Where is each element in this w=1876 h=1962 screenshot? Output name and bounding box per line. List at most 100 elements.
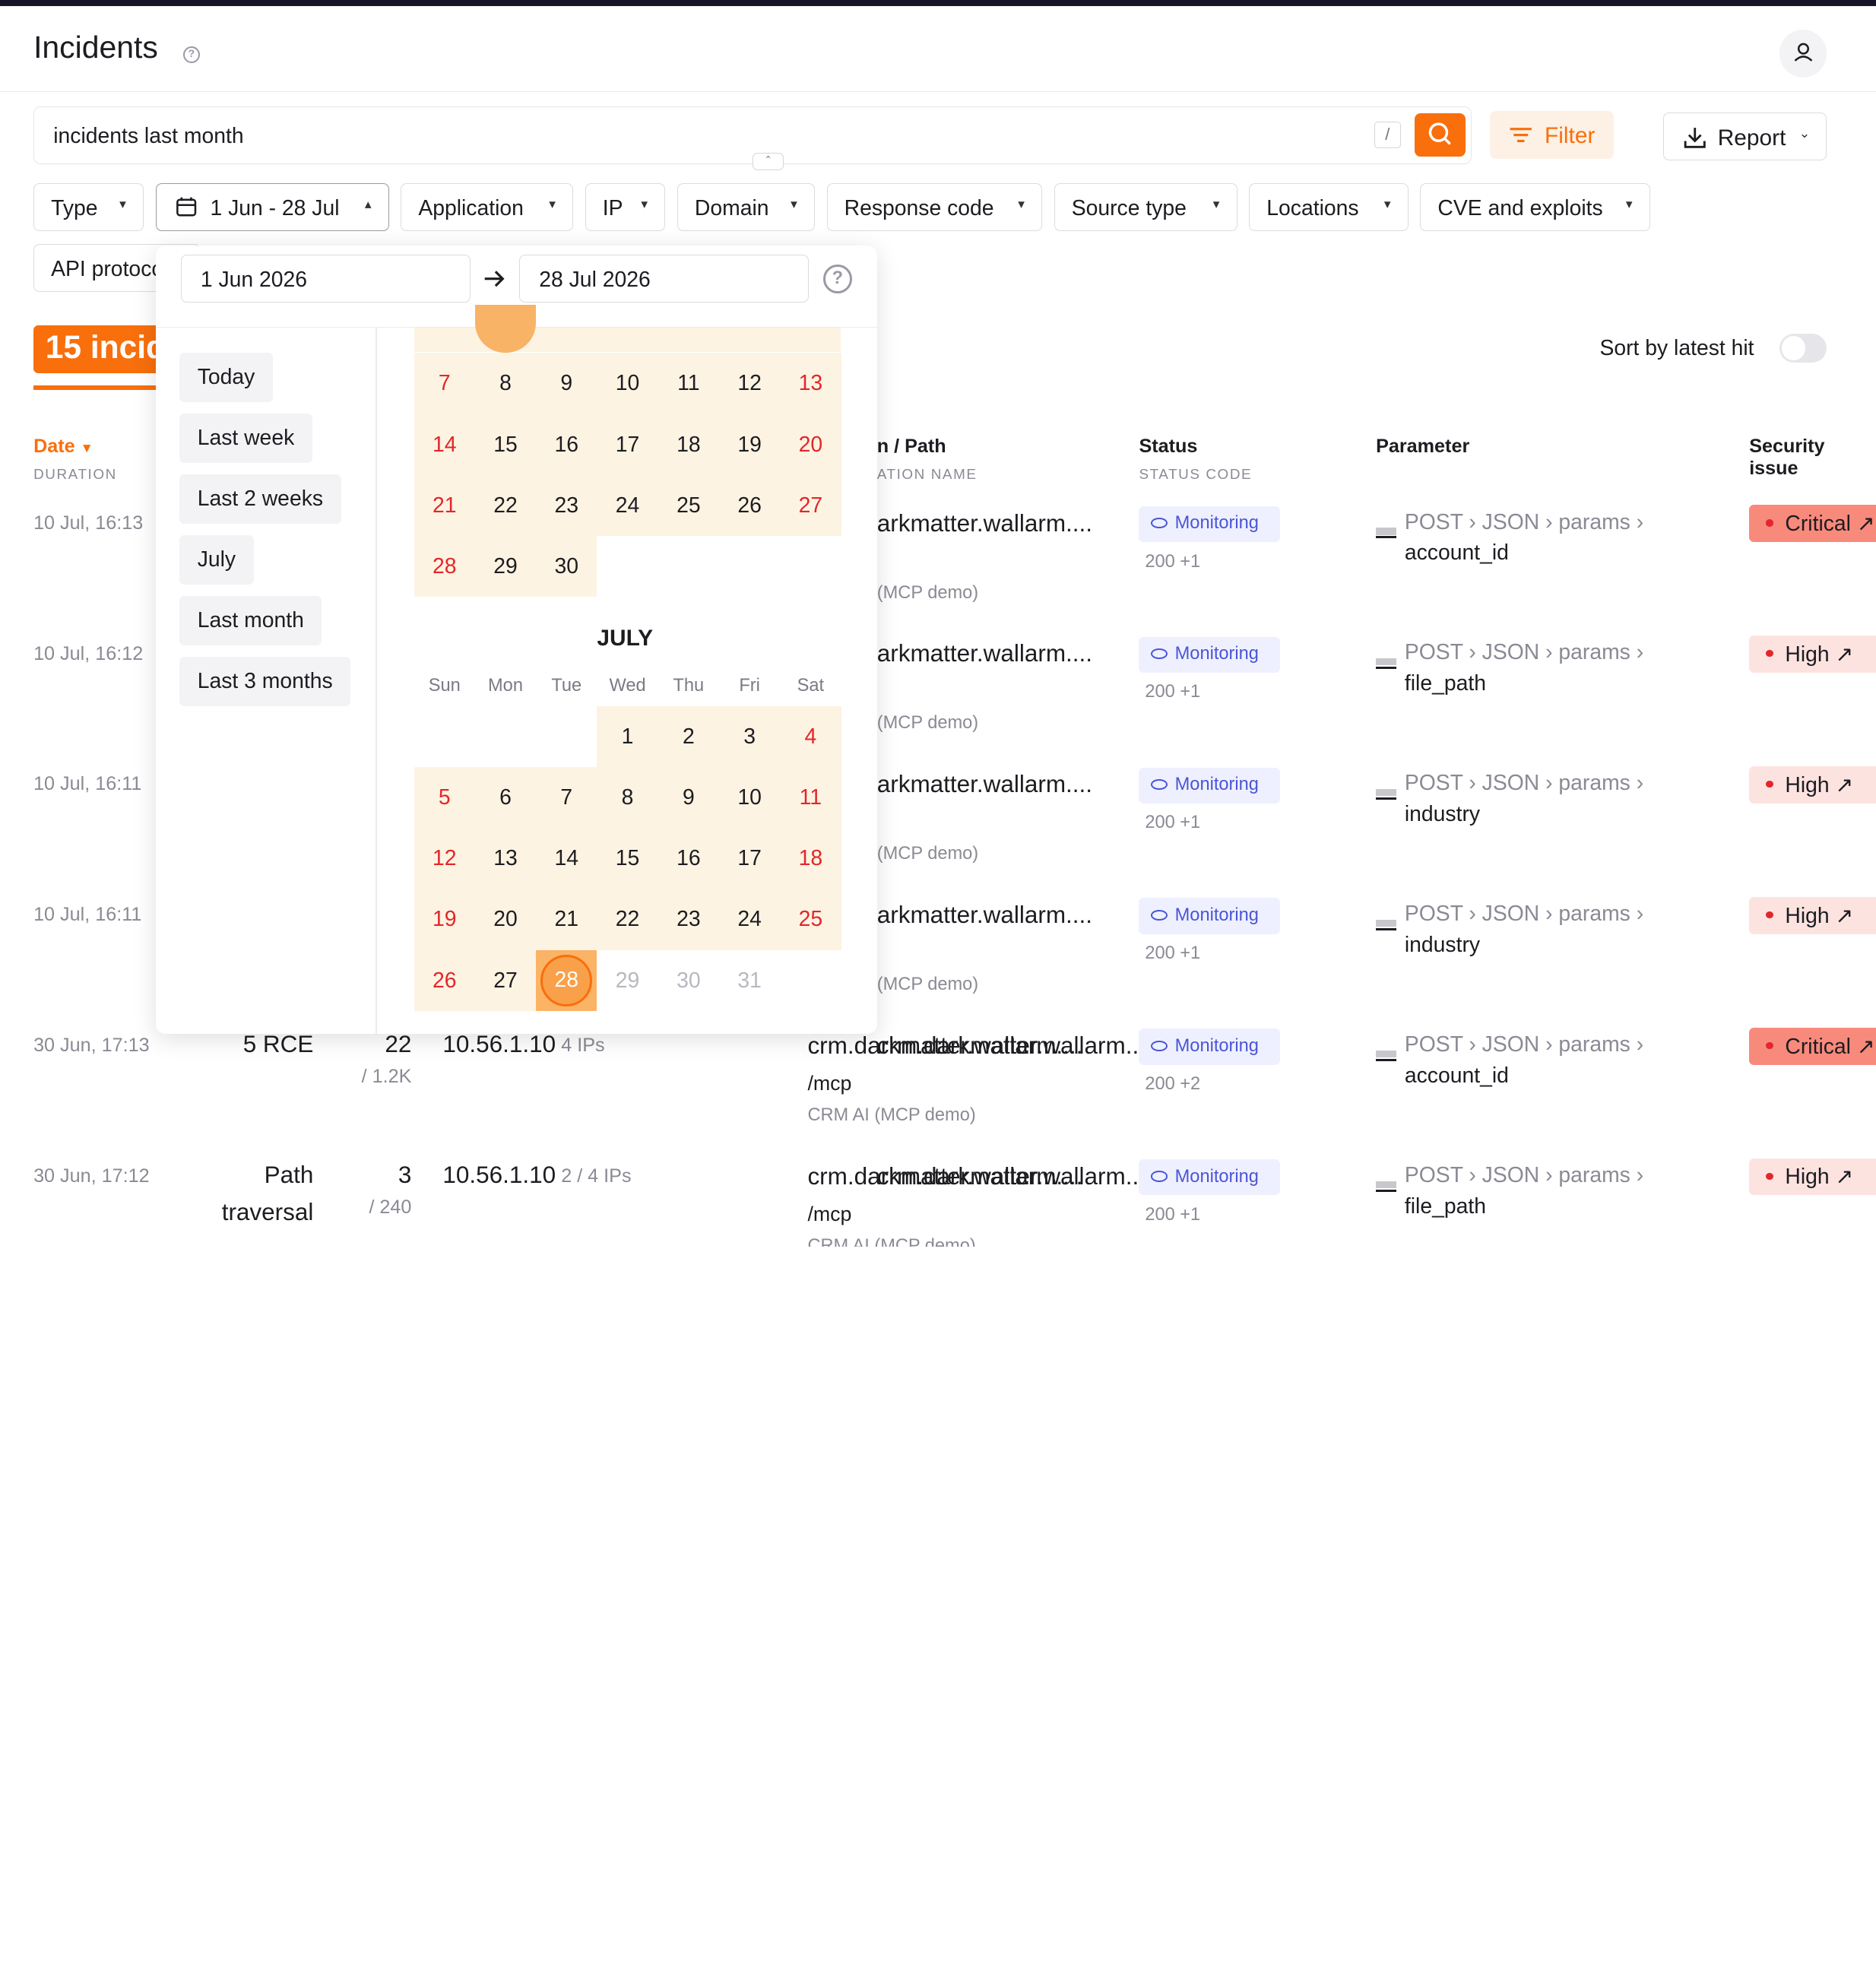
report-button[interactable]: Report ⌄	[1662, 112, 1827, 160]
calendar-day[interactable]: 24	[597, 474, 658, 537]
collapse-toggle-icon[interactable]: ⌃	[753, 153, 784, 170]
filter-source-type[interactable]: Source type ▾	[1054, 182, 1237, 231]
filter-response-code[interactable]: Response code ▾	[826, 182, 1042, 231]
calendar-day[interactable]: 1	[597, 705, 658, 767]
calendar-day[interactable]: 3	[718, 705, 781, 767]
calendar-day[interactable]: 25	[780, 889, 841, 950]
preset-3[interactable]: July	[179, 535, 254, 585]
calendar-day[interactable]: 13	[780, 353, 841, 414]
source-ip[interactable]: 10.56.1.10	[442, 1031, 556, 1058]
calendar-day[interactable]: 9	[536, 353, 597, 414]
severity-badge[interactable]: High ↗	[1749, 636, 1876, 673]
date-help-icon[interactable]: ?	[822, 264, 852, 293]
calendar-day[interactable]: 16	[536, 414, 597, 475]
calendar-day[interactable]: 28	[536, 949, 597, 1011]
preset-4[interactable]: Last month	[179, 596, 322, 645]
calendar-day[interactable]: 22	[597, 889, 658, 950]
calendar-day[interactable]: 8	[597, 766, 658, 829]
calendar-day[interactable]: 23	[536, 474, 597, 537]
sort-toggle[interactable]	[1779, 334, 1827, 363]
calendar-day[interactable]: 11	[780, 766, 841, 829]
calendar-day[interactable]: 5	[414, 766, 475, 829]
domain[interactable]: crm.darkmatter.wallarm....	[807, 1032, 1082, 1060]
severity-badge[interactable]: Critical ↗	[1749, 1027, 1876, 1065]
preset-0[interactable]: Today	[179, 353, 273, 402]
filter-cve-exploits[interactable]: CVE and exploits ▾	[1420, 182, 1650, 231]
calendar-day[interactable]: 8	[474, 353, 537, 414]
filter-application[interactable]: Application ▾	[401, 182, 573, 231]
domain[interactable]: arkmatter.wallarm....	[877, 771, 1092, 798]
search-input[interactable]: incidents last month	[53, 124, 243, 149]
calendar-day[interactable]: 13	[474, 828, 537, 889]
calendar-day[interactable]: 14	[536, 828, 597, 889]
severity-text: High	[1785, 903, 1830, 928]
domain[interactable]: arkmatter.wallarm....	[877, 640, 1092, 667]
calendar-day[interactable]: 23	[658, 889, 719, 950]
calendar-day[interactable]: 10	[597, 353, 658, 414]
calendar-day[interactable]: 19	[414, 889, 475, 950]
calendar-day[interactable]: 20	[780, 414, 841, 475]
calendar-day[interactable]: 29	[474, 536, 537, 597]
calendar-day[interactable]: 12	[414, 828, 475, 889]
help-icon[interactable]: ?	[182, 46, 200, 64]
param-type-icon	[1376, 1181, 1396, 1192]
calendar-day[interactable]: 4	[780, 705, 841, 767]
calendar-day[interactable]: 15	[474, 414, 537, 475]
calendar-day[interactable]: 17	[718, 828, 781, 889]
calendar-day[interactable]: 24	[718, 889, 781, 950]
calendar-day[interactable]: 10	[718, 766, 781, 829]
filter-ip[interactable]: IP ▾	[585, 182, 666, 231]
filter-date-range[interactable]: 1 Jun - 28 Jul ▴	[155, 182, 389, 231]
domain[interactable]: arkmatter.wallarm....	[877, 510, 1092, 537]
calendar-day[interactable]: 18	[780, 828, 841, 889]
calendar-day[interactable]: 27	[474, 949, 537, 1011]
calendar-day[interactable]: 31	[719, 950, 780, 1011]
filter-type[interactable]: Type ▾	[33, 182, 144, 231]
date-to-input[interactable]: 28 Jul 2026	[519, 255, 809, 303]
calendar-day[interactable]: 9	[658, 766, 719, 829]
preset-5[interactable]: Last 3 months	[179, 657, 351, 706]
severity-badge[interactable]: High ↗	[1749, 896, 1876, 934]
calendar-day[interactable]: 16	[658, 828, 719, 889]
calendar-day[interactable]: 26	[414, 949, 475, 1011]
calendar-day[interactable]: 19	[718, 414, 781, 475]
param-path: POST › JSON › params ›	[1404, 1162, 1644, 1187]
filter-label: CVE and exploits	[1437, 195, 1603, 220]
search-button[interactable]	[1415, 113, 1466, 157]
filter-button[interactable]: Filter	[1489, 111, 1615, 160]
calendar-day[interactable]: 27	[780, 474, 841, 537]
preset-2[interactable]: Last 2 weeks	[179, 474, 341, 524]
filter-locations[interactable]: Locations ▾	[1249, 182, 1409, 231]
date-from-input[interactable]: 1 Jun 2026	[180, 255, 471, 303]
user-avatar-button[interactable]	[1779, 30, 1827, 78]
calendar-day[interactable]: 21	[414, 474, 475, 537]
calendar-day[interactable]: 30	[536, 536, 597, 597]
severity-badge[interactable]: High ↗	[1749, 1158, 1876, 1196]
filter-domain[interactable]: Domain ▾	[677, 182, 815, 231]
calendar-day[interactable]: 22	[474, 474, 537, 537]
calendar-day[interactable]: 26	[718, 474, 781, 537]
calendar-day[interactable]: 29	[597, 950, 658, 1011]
calendar-day[interactable]: 30	[658, 950, 719, 1011]
severity-badge[interactable]: Critical ↗	[1749, 505, 1876, 542]
calendar-day[interactable]: 2	[658, 705, 719, 767]
calendar-day[interactable]: 21	[536, 889, 597, 950]
calendar-day[interactable]: 14	[414, 414, 475, 475]
domain[interactable]: arkmatter.wallarm....	[877, 902, 1092, 929]
calendar-day[interactable]: 25	[658, 474, 719, 537]
column-date[interactable]: Date ▼	[33, 436, 93, 458]
source-ip[interactable]: 10.56.1.10	[442, 1162, 556, 1189]
calendar-day[interactable]: 17	[597, 414, 658, 475]
severity-badge[interactable]: High ↗	[1749, 765, 1876, 804]
calendar-day[interactable]: 11	[658, 353, 719, 414]
calendar-day[interactable]: 28	[414, 536, 475, 597]
calendar-day[interactable]: 20	[474, 889, 537, 950]
calendar-day[interactable]: 15	[597, 828, 658, 889]
calendar-day[interactable]: 18	[658, 414, 719, 475]
domain[interactable]: crm.darkmatter.wallarm....	[807, 1163, 1082, 1190]
calendar-day[interactable]: 6	[474, 766, 537, 829]
calendar-day[interactable]: 7	[536, 766, 597, 829]
calendar-day[interactable]: 7	[414, 353, 475, 414]
preset-1[interactable]: Last week	[179, 414, 312, 463]
calendar-day[interactable]: 12	[718, 353, 781, 414]
